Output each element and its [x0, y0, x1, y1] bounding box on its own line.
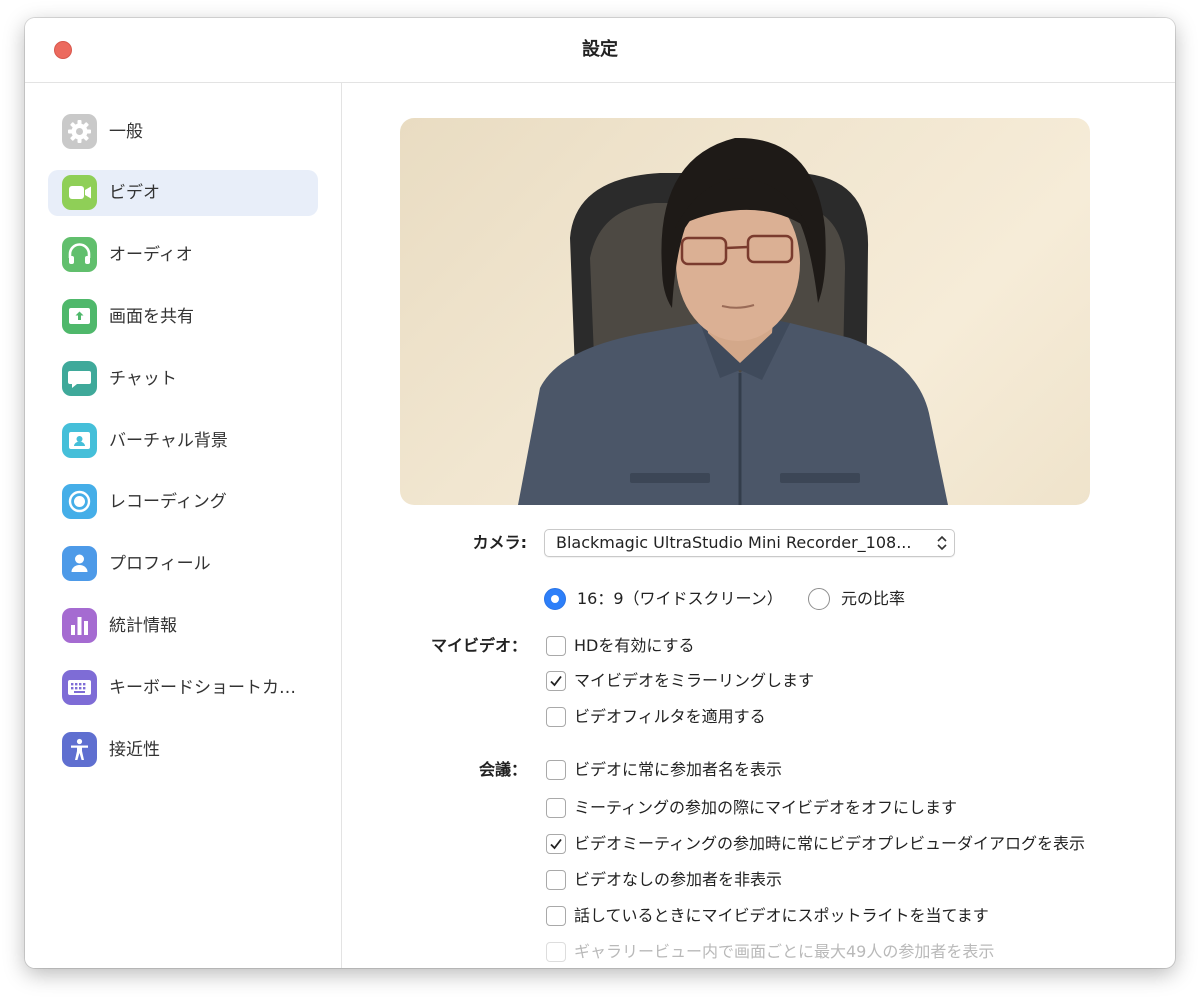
profile-icon	[62, 546, 97, 581]
close-button[interactable]	[54, 41, 72, 59]
sidebar-item-label: 接近性	[109, 740, 160, 760]
sidebar-item-label: 統計情報	[109, 616, 177, 636]
option-label: ビデオミーティングの参加時に常にビデオプレビューダイアログを表示	[574, 834, 1086, 853]
option-label: ビデオに常に参加者名を表示	[574, 760, 783, 779]
sidebar-item-recording[interactable]: レコーディング	[48, 479, 318, 525]
sidebar-item-audio[interactable]: オーディオ	[48, 232, 318, 278]
hide-non-video-option[interactable]: ビデオなしの参加者を非表示	[546, 869, 1106, 893]
sidebar-item-label: 画面を共有	[109, 307, 194, 327]
checkmark-icon	[550, 838, 562, 850]
sidebar-item-label: レコーディング	[109, 492, 227, 512]
aspect-original-radio[interactable]	[808, 588, 830, 610]
sidebar-item-virtual-background[interactable]: バーチャル背景	[48, 418, 318, 464]
aspect-ratio-group: 16：9（ワイドスクリーン） 元の比率	[544, 586, 944, 612]
sidebar-item-general[interactable]: 一般	[48, 109, 318, 155]
option-label: ビデオなしの参加者を非表示	[574, 870, 783, 889]
spotlight-option[interactable]: 話しているときにマイビデオにスポットライトを当てます	[546, 905, 1106, 929]
camera-label: カメラ:	[472, 533, 527, 552]
sidebar-item-label: チャット	[109, 369, 177, 389]
camera-select-value: Blackmagic UltraStudio Mini Recorder_108…	[556, 533, 912, 552]
checkmark-icon	[550, 675, 562, 687]
window-title: 設定	[582, 39, 618, 60]
option-label: マイビデオをミラーリングします	[574, 671, 815, 690]
title-bar: 設定	[25, 18, 1175, 83]
option-label: ギャラリービュー内で画面ごとに最大49人の参加者を表示	[574, 942, 995, 961]
sidebar-item-accessibility[interactable]: 接近性	[48, 727, 318, 773]
aspect-widescreen-radio[interactable]	[544, 588, 566, 610]
hd-option[interactable]: HDを有効にする	[546, 635, 846, 659]
headphones-icon	[62, 237, 97, 272]
video-camera-icon	[62, 175, 97, 210]
share-screen-icon	[62, 299, 97, 334]
mirror-video-checkbox[interactable]	[546, 671, 566, 691]
option-label: 話しているときにマイビデオにスポットライトを当てます	[574, 906, 989, 925]
option-label: ビデオフィルタを適用する	[574, 707, 766, 726]
video-preview-dialog-option[interactable]: ビデオミーティングの参加時に常にビデオプレビューダイアログを表示	[546, 833, 1126, 857]
hd-checkbox[interactable]	[546, 636, 566, 656]
sidebar-item-label: ビデオ	[109, 183, 160, 203]
video-filter-checkbox[interactable]	[546, 707, 566, 727]
sidebar-item-label: オーディオ	[109, 245, 193, 265]
sidebar: 一般 ビデオ オーディオ 画面を共有 チャット バーチャル背景 レコーディング …	[25, 83, 342, 968]
camera-preview	[400, 118, 1090, 505]
chat-bubble-icon	[62, 361, 97, 396]
sidebar-item-video[interactable]: ビデオ	[48, 170, 318, 216]
turn-off-video-checkbox[interactable]	[546, 798, 566, 818]
statistics-icon	[62, 608, 97, 643]
mirror-video-option[interactable]: マイビデオをミラーリングします	[546, 670, 846, 694]
record-icon	[62, 484, 97, 519]
settings-window: 設定 一般 ビデオ オーディオ 画面を共有 チャット バーチャル背景 レコーディ…	[25, 18, 1175, 968]
video-settings-panel: カメラ: Blackmagic UltraStudio Mini Recorde…	[342, 83, 1175, 968]
sidebar-item-label: バーチャル背景	[109, 431, 228, 451]
turn-off-video-option[interactable]: ミーティングの参加の際にマイビデオをオフにします	[546, 797, 1106, 821]
aspect-widescreen-label: 16：9（ワイドスクリーン）	[577, 589, 783, 608]
virtual-background-icon	[62, 423, 97, 458]
accessibility-icon	[62, 732, 97, 767]
camera-select[interactable]: Blackmagic UltraStudio Mini Recorder_108…	[544, 529, 955, 557]
meeting-label: 会議：	[478, 760, 527, 779]
my-video-label: マイビデオ：	[430, 636, 527, 655]
sidebar-item-keyboard-shortcuts[interactable]: キーボードショートカ…	[48, 665, 318, 711]
keyboard-icon	[62, 670, 97, 705]
option-label: HDを有効にする	[574, 636, 695, 655]
camera-preview-image	[518, 137, 948, 505]
sidebar-item-label: プロフィール	[109, 554, 211, 574]
sidebar-item-chat[interactable]: チャット	[48, 356, 318, 402]
gallery-49-option: ギャラリービュー内で画面ごとに最大49人の参加者を表示	[546, 941, 1106, 965]
video-preview-dialog-checkbox[interactable]	[546, 834, 566, 854]
hide-non-video-checkbox[interactable]	[546, 870, 566, 890]
always-show-names-checkbox[interactable]	[546, 760, 566, 780]
gear-icon	[62, 114, 97, 149]
sidebar-item-profile[interactable]: プロフィール	[48, 541, 318, 587]
option-label: ミーティングの参加の際にマイビデオをオフにします	[574, 798, 958, 817]
sidebar-item-label: キーボードショートカ…	[109, 678, 296, 698]
spotlight-checkbox[interactable]	[546, 906, 566, 926]
select-chevron-icon	[937, 535, 947, 551]
sidebar-item-share-screen[interactable]: 画面を共有	[48, 294, 318, 340]
always-show-names-option[interactable]: ビデオに常に参加者名を表示	[546, 759, 1106, 783]
aspect-original-label: 元の比率	[841, 589, 906, 608]
gallery-49-checkbox	[546, 942, 566, 962]
sidebar-item-label: 一般	[109, 122, 143, 142]
video-filter-option[interactable]: ビデオフィルタを適用する	[546, 706, 846, 730]
sidebar-item-statistics[interactable]: 統計情報	[48, 603, 318, 649]
